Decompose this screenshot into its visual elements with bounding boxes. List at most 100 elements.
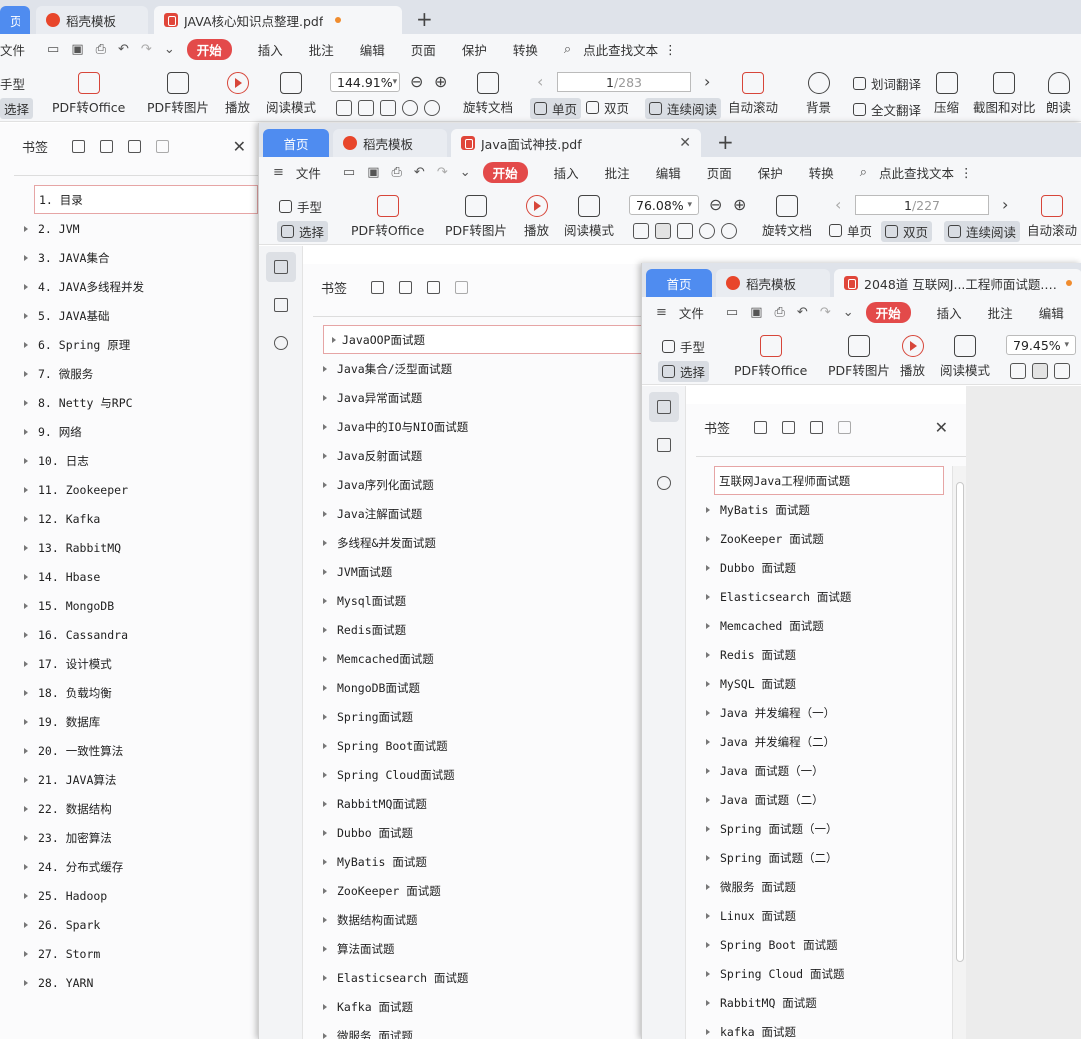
hand-tool-button[interactable]: 手型 [0, 74, 25, 93]
menu-start[interactable]: 开始 [865, 301, 911, 323]
rotate-right-icon[interactable] [424, 100, 440, 116]
tab-home[interactable]: 首页 [646, 269, 712, 297]
bookmark-scrollbar[interactable] [952, 466, 966, 1039]
pdf-to-office-button[interactable]: PDF转Office [52, 72, 125, 116]
read-aloud-button[interactable]: 朗读 [1046, 72, 1071, 116]
actual-size-icon[interactable] [1010, 363, 1026, 379]
menu-comment[interactable]: 批注 [605, 163, 630, 182]
more-dropdown-icon[interactable]: ⌄ [460, 165, 471, 180]
menu-start[interactable]: 开始 [482, 161, 528, 183]
bookmark-item[interactable]: 14. Hbase [24, 562, 258, 591]
open-icon[interactable]: ▭ [726, 305, 738, 320]
menu-protect[interactable]: 保护 [462, 40, 487, 59]
actual-size-icon[interactable] [633, 223, 649, 239]
actual-size-icon[interactable] [336, 100, 352, 116]
fit-page-icon[interactable] [655, 223, 671, 239]
bookmark-item[interactable]: RabbitMQ 面试题 [706, 988, 944, 1017]
full-translate-button[interactable]: 全文翻译 [853, 100, 921, 119]
bookmark-item[interactable]: Spring 面试题（二） [706, 843, 944, 872]
bookmark-item[interactable]: 9. 网络 [24, 417, 258, 446]
bookmark-item[interactable]: 19. 数据库 [24, 707, 258, 736]
zoom-in-icon[interactable]: ⊕ [434, 72, 447, 91]
menu-edit[interactable]: 编辑 [1039, 303, 1064, 322]
more-options-icon[interactable]: ⋮ [664, 42, 677, 57]
bookmark-item[interactable]: 23. 加密算法 [24, 823, 258, 852]
menu-edit[interactable]: 编辑 [656, 163, 681, 182]
zoom-select[interactable]: 76.08% ▾ [629, 195, 699, 215]
bookmark-item[interactable]: 28. YARN [24, 968, 258, 997]
bookmark-item[interactable]: 12. Kafka [24, 504, 258, 533]
bookmark-item[interactable]: Spring面试题 [323, 702, 643, 731]
bookmark-item[interactable]: Elasticsearch 面试题 [706, 582, 944, 611]
save-icon[interactable]: ▣ [367, 165, 379, 180]
background-button[interactable]: 背景 [806, 72, 831, 116]
more-options-icon[interactable]: ⋮ [960, 165, 973, 180]
zoom-in-icon[interactable]: ⊕ [733, 195, 746, 214]
single-page-button[interactable]: 单页 [829, 221, 872, 240]
bookmark-flag-icon[interactable] [156, 139, 170, 153]
screenshot-compare-button[interactable]: 截图和对比 [973, 72, 1036, 116]
add-bookmark-icon[interactable] [371, 280, 385, 294]
bookmark-item[interactable]: Java 并发编程（二） [706, 727, 944, 756]
menu-comment[interactable]: 批注 [309, 40, 334, 59]
annotation-view-icon[interactable] [649, 468, 679, 498]
hamburger-icon[interactable]: ≡ [273, 165, 284, 180]
menu-insert[interactable]: 插入 [937, 303, 962, 322]
undo-icon[interactable]: ↶ [797, 305, 808, 320]
compress-button[interactable]: 压缩 [934, 72, 959, 116]
prev-page-icon[interactable]: ‹ [835, 195, 841, 214]
bookmark-item[interactable]: 2. JVM [24, 214, 258, 243]
bookmark-item[interactable]: Java 并发编程（一） [706, 698, 944, 727]
bookmark-item[interactable]: Linux 面试题 [706, 901, 944, 930]
bookmark-item[interactable]: kafka 面试题 [706, 1017, 944, 1039]
undo-icon[interactable]: ↶ [118, 42, 129, 57]
single-page-button[interactable]: 单页 [530, 98, 582, 119]
tab-docer-templates[interactable]: 稻壳模板 [36, 6, 148, 34]
bookmark-item[interactable]: 18. 负载均衡 [24, 678, 258, 707]
bookmark-item[interactable]: 16. Cassandra [24, 620, 258, 649]
bookmark-item[interactable]: MyBatis 面试题 [323, 847, 643, 876]
bookmark-item[interactable]: 22. 数据结构 [24, 794, 258, 823]
bookmark-item[interactable]: Spring Boot 面试题 [706, 930, 944, 959]
annotation-view-icon[interactable] [266, 328, 296, 358]
play-button[interactable]: 播放 [900, 335, 925, 379]
bookmark-item[interactable]: 10. 日志 [24, 446, 258, 475]
save-icon[interactable]: ▣ [71, 42, 83, 57]
open-icon[interactable]: ▭ [47, 42, 59, 57]
menu-page[interactable]: 页面 [707, 163, 732, 182]
bookmark-item[interactable]: 算法面试题 [323, 934, 643, 963]
fit-page-icon[interactable] [1032, 363, 1048, 379]
bookmark-item[interactable]: Kafka 面试题 [323, 992, 643, 1021]
bookmark-item[interactable]: 13. RabbitMQ [24, 533, 258, 562]
pdf-to-image-button[interactable]: PDF转图片 [445, 195, 507, 239]
bookmark-item[interactable]: Spring Boot面试题 [323, 731, 643, 760]
menu-insert[interactable]: 插入 [554, 163, 579, 182]
bookmark-item[interactable]: 24. 分布式缓存 [24, 852, 258, 881]
find-text-link[interactable]: 点此查找文本 [879, 163, 954, 182]
tab-docer-templates[interactable]: 稻壳模板 [333, 129, 447, 157]
rotate-document-button[interactable]: 旋转文档 [463, 72, 513, 116]
play-button[interactable]: 播放 [225, 72, 250, 116]
bookmark-item[interactable]: JavaOOP面试题 [323, 325, 643, 354]
bookmark-item[interactable]: 6. Spring 原理 [24, 330, 258, 359]
hand-tool-button[interactable]: 手型 [662, 337, 705, 356]
bookmark-item[interactable]: Redis 面试题 [706, 640, 944, 669]
bookmark-item[interactable]: Java反射面试题 [323, 441, 643, 470]
bookmark-item[interactable]: 21. JAVA算法 [24, 765, 258, 794]
tab-java-core-pdf[interactable]: JAVA核心知识点整理.pdf [154, 6, 402, 34]
bookmark-item[interactable]: 11. Zookeeper [24, 475, 258, 504]
new-tab-plus-icon[interactable]: + [717, 129, 734, 155]
open-icon[interactable]: ▭ [343, 165, 355, 180]
edit-bookmark-icon[interactable] [810, 420, 824, 434]
word-translate-button[interactable]: 划词翻译 [853, 74, 921, 93]
expand-bookmark-icon[interactable] [399, 280, 413, 294]
hamburger-icon[interactable]: ≡ [656, 305, 667, 320]
bookmark-item[interactable]: 4. JAVA多线程并发 [24, 272, 258, 301]
bookmark-item[interactable]: 27. Storm [24, 939, 258, 968]
play-button[interactable]: 播放 [524, 195, 549, 239]
rotate-document-button[interactable]: 旋转文档 [762, 195, 812, 239]
add-bookmark-icon[interactable] [754, 420, 768, 434]
page-number-input[interactable]: 1/283 [557, 72, 691, 92]
bookmark-item[interactable]: Memcached 面试题 [706, 611, 944, 640]
select-tool-button[interactable]: 选择 [0, 98, 34, 119]
